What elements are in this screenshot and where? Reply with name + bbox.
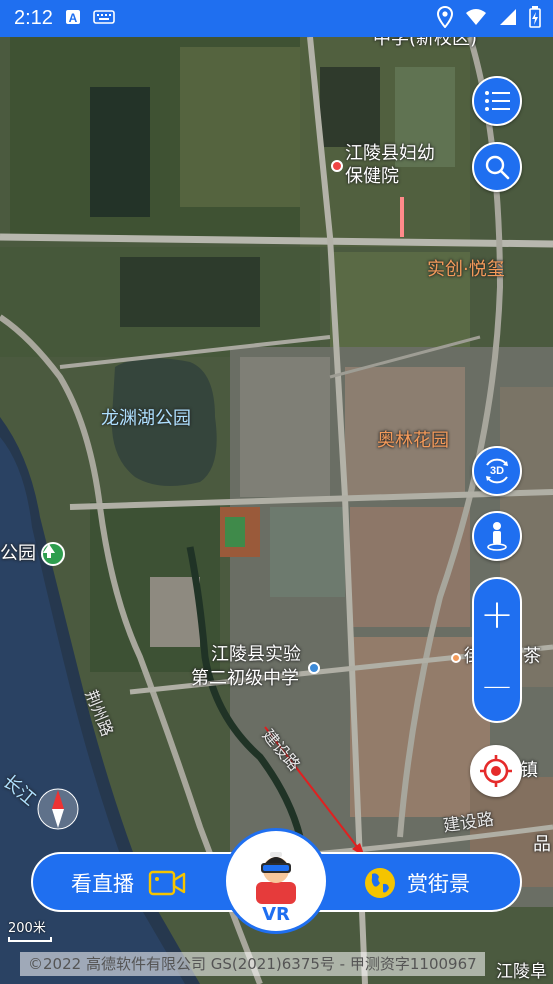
map-label-school-new-campus[interactable]: 中学(新校区) [373,37,477,50]
live-button[interactable]: 看直播 [71,868,186,898]
map-label-right-partial-3[interactable]: 镇 [520,760,538,782]
scale-bar [8,937,52,942]
map-label-aolin-garden[interactable]: 奥林花园 [377,430,449,452]
svg-text:A: A [69,11,78,25]
street-view-button[interactable]: 赏街景 [363,866,470,900]
scale-label: 200米 [8,921,46,936]
map-label-school-line1[interactable]: 江陵县实验 [211,644,301,666]
map-label-park-partial[interactable]: 公园 [0,543,36,565]
vr-label: VR [262,904,290,925]
search-button[interactable] [472,142,522,192]
map-label-hospital-line1[interactable]: 江陵县妇幼 [345,143,435,165]
crosshair-icon [480,755,512,787]
locate-me-button[interactable] [470,745,522,797]
map-label-shichuang-yuexi[interactable]: 实创·悦玺 [427,259,505,281]
map-label-bottom-right[interactable]: 江陵阜 [496,961,547,983]
map-copyright: ©2022 高德软件有限公司 GS(2021)6375号 - 甲测资字11009… [20,952,485,976]
keyboard-icon [93,9,115,28]
location-icon [436,5,454,32]
zoom-control: + — [472,577,522,723]
wifi-icon [465,8,487,30]
vr-headset-avatar-icon [256,852,296,904]
park-marker[interactable] [41,542,65,566]
signal-icon [499,8,517,30]
list-icon [485,91,510,111]
app-a-icon: A [65,9,81,29]
map-scale: 200米 [8,917,52,942]
rotate-3d-label: 3D [489,465,505,477]
poi-marker-right[interactable] [451,653,461,663]
live-label: 看直播 [71,872,134,896]
school-marker[interactable] [308,662,320,674]
video-camera-icon [148,870,186,896]
street-view-person-button[interactable] [472,511,522,561]
zoom-out-button[interactable]: — [477,656,517,716]
zoom-in-button[interactable]: + [477,585,517,645]
layers-list-button[interactable] [472,76,522,126]
map-label-right-partial-2[interactable]: 茶 [523,646,541,668]
status-time: 2:12 [14,7,53,29]
street-view-label: 赏街景 [407,872,470,896]
map-label-hospital-line2[interactable]: 保健院 [345,166,399,188]
battery-icon [529,5,541,32]
person-icon [487,522,507,551]
vr-button[interactable]: VR [223,828,329,934]
status-bar: 2:12 A [0,0,553,37]
tree-icon [43,544,55,558]
map-label-longyuan-lake-park[interactable]: 龙渊湖公园 [101,408,191,430]
map-label-school-line2[interactable]: 第二初级中学 [191,668,299,690]
hospital-marker[interactable] [331,160,343,172]
globe-icon [365,868,395,898]
search-icon [485,155,510,180]
map-label-right-partial-4[interactable]: 品 [533,834,551,856]
rotate-3d-button[interactable]: 3D [472,446,522,496]
